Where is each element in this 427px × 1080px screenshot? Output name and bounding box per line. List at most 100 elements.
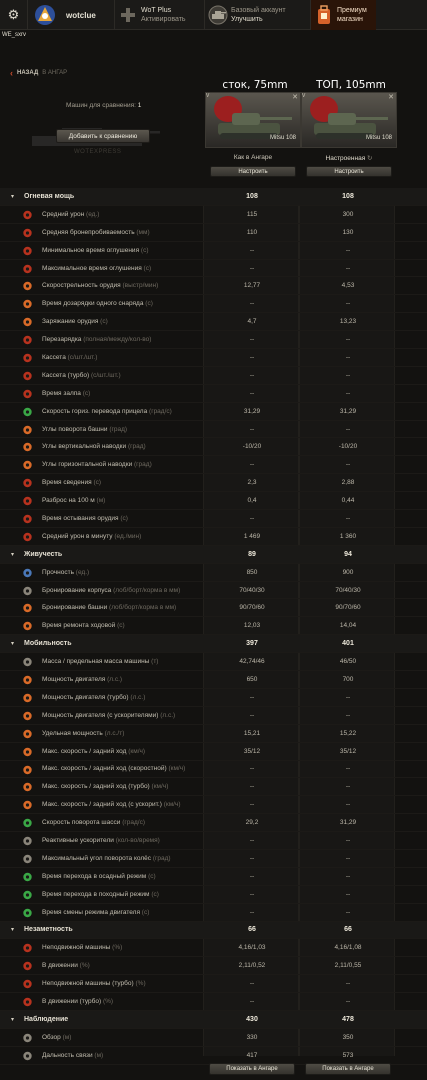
stat-name: Неподвижной машины (турбо)	[42, 980, 134, 988]
reset-icon[interactable]: ↻	[367, 155, 372, 162]
stat-row: Макс. скорость / задний ход (с ускорит.)…	[0, 796, 427, 815]
stat-row: Разброс на 100 м (м) 0,4 0,44	[0, 492, 427, 511]
stat-label: Время перехода в походный режим (с)	[42, 891, 159, 898]
stat-name: Макс. скорость / задний ход (с ускорит.)	[42, 801, 162, 809]
stat-row: Время дозарядки одного снаряда (с) -- --	[0, 295, 427, 314]
compare-count-label: Машин для сравнения: 1	[66, 102, 141, 109]
mode-icon	[22, 872, 33, 882]
collapse-chevron-icon[interactable]: ▾	[11, 193, 14, 200]
damage-icon	[22, 210, 33, 220]
top-value: 2,88	[341, 479, 355, 487]
stock-value: 29,2	[245, 819, 259, 827]
stat-label: Живучесть	[24, 551, 62, 558]
wot-plus-button[interactable]: WoT Plus Активировать	[114, 0, 202, 30]
stat-name: Углы вертикальной наводки	[42, 443, 127, 451]
section-header-row[interactable]: ▾ Мобильность 397 401	[0, 635, 427, 654]
section-header-row[interactable]: ▾ Наблюдение 430 478	[0, 1010, 427, 1029]
penetration-icon	[22, 228, 33, 238]
stock-value: 108	[246, 192, 258, 200]
stat-label: Огневая мощь	[24, 193, 74, 200]
stat-unit: (м)	[62, 1033, 72, 1041]
configure-button[interactable]: Настроить	[306, 166, 392, 177]
top-value: --	[345, 711, 351, 719]
remove-vehicle-icon[interactable]: ✕	[388, 93, 394, 101]
stat-unit: (с)	[82, 389, 91, 397]
stat-unit: (с)	[93, 479, 102, 487]
aim-icon	[22, 496, 33, 506]
stat-label: Время сведения (с)	[42, 479, 101, 486]
stat-name: Макс. скорость / задний ход (турбо)	[42, 783, 150, 791]
show-in-hangar-button[interactable]: Показать в Ангаре	[305, 1063, 391, 1075]
collapse-chevron-icon[interactable]: ▾	[11, 926, 14, 933]
top-value: 94	[344, 550, 352, 558]
add-to-compare-button[interactable]: Добавить к сравнению	[56, 129, 150, 143]
top-value: 15,22	[339, 729, 357, 737]
section-header-row[interactable]: ▾ Незаметность 66 66	[0, 921, 427, 940]
stat-name: Минимальное время оглушения	[42, 246, 140, 254]
top-value: 0,44	[341, 497, 355, 505]
cool-icon	[22, 514, 33, 524]
stat-row: Время перехода в осадный режим (с) -- --	[0, 868, 427, 886]
show-in-hangar-button[interactable]: Показать в Ангаре	[209, 1063, 295, 1075]
account-upgrade-button[interactable]: Базовый аккаунт Улучшить	[204, 0, 308, 30]
camo-icon	[22, 997, 33, 1007]
stat-label: Удельная мощность (л.с./т)	[42, 730, 124, 737]
stat-name: Время смены режима двигателя	[42, 908, 140, 916]
repair-icon	[22, 621, 33, 631]
stat-row: Перезарядка (полная/между/кол-во) -- --	[0, 331, 427, 350]
chassis-icon	[22, 818, 33, 828]
player-profile[interactable]: wotclue	[30, 0, 110, 30]
collapse-chevron-icon[interactable]: ▾	[11, 1016, 14, 1023]
tier-flag: V	[302, 93, 306, 99]
stock-value: --	[249, 336, 255, 344]
stat-unit: (с)	[143, 264, 152, 272]
premium-shop-button[interactable]: Премиум магазин	[310, 0, 376, 30]
stock-value: 4,7	[247, 318, 257, 326]
stat-unit: (%)	[79, 962, 90, 970]
camo-icon	[22, 979, 33, 989]
stat-name: Мощность двигателя	[42, 675, 106, 683]
stat-label: Углы горизонтальной наводки (град)	[42, 461, 152, 468]
back-to-hangar-button[interactable]: ‹ НАЗАД В АНГАР	[10, 68, 67, 78]
stat-row: Макс. скорость / задний ход (скоростной)…	[0, 761, 427, 779]
stock-value: --	[249, 872, 255, 880]
power-icon	[22, 729, 33, 739]
top-value: --	[345, 783, 351, 791]
top-value: 2,11/0,55	[334, 962, 362, 970]
configure-button[interactable]: Настроить	[210, 166, 296, 177]
hull-icon	[22, 586, 33, 596]
stat-name: Масса / предельная масса машины	[42, 658, 150, 666]
remove-vehicle-icon[interactable]: ✕	[292, 93, 298, 101]
stock-value: --	[249, 514, 255, 522]
stat-name: Кассета (турбо)	[42, 371, 90, 379]
stat-label: Бронирование башни (лоб/борт/корма в мм)	[42, 604, 176, 611]
stock-value: 430	[246, 1015, 258, 1023]
stat-unit: (ед.)	[75, 568, 90, 576]
top-value: 900	[342, 568, 354, 576]
dpm-icon	[22, 532, 33, 542]
stock-value: --	[249, 837, 255, 844]
boost-icon	[22, 836, 33, 846]
stock-value: --	[249, 425, 255, 433]
stat-name: Мобильность	[24, 640, 72, 648]
stat-row: Удельная мощность (л.с./т) 15,21 15,22	[0, 725, 427, 743]
stat-label: Кассета (с/шт./шт.)	[42, 354, 97, 361]
stock-value: 2,11/0,52	[238, 962, 266, 970]
stat-label: Время дозарядки одного снаряда (с)	[42, 300, 153, 307]
clip-icon	[22, 335, 33, 345]
stat-row: Скорость поворота шасси (град/с) 29,2 31,2…	[0, 814, 427, 833]
stat-name: Максимальное время оглушения	[42, 264, 142, 272]
settings-gear-icon[interactable]: ⚙	[0, 0, 28, 30]
top-value: 70/40/30	[335, 586, 361, 594]
traverse-icon	[22, 407, 33, 417]
stock-value: --	[249, 711, 255, 719]
collapse-chevron-icon[interactable]: ▾	[11, 640, 14, 647]
section-header-row[interactable]: ▾ Огневая мощь 108 108	[0, 188, 427, 206]
turret-icon	[22, 425, 33, 435]
section-header-row[interactable]: ▾ Живучесть 89 94	[0, 545, 427, 564]
stat-name: Живучесть	[24, 550, 63, 558]
stock-value: --	[249, 371, 255, 379]
collapse-chevron-icon[interactable]: ▾	[11, 551, 14, 558]
config-state: Настроенная ↻	[301, 154, 397, 162]
stat-name: В движении	[42, 962, 78, 970]
